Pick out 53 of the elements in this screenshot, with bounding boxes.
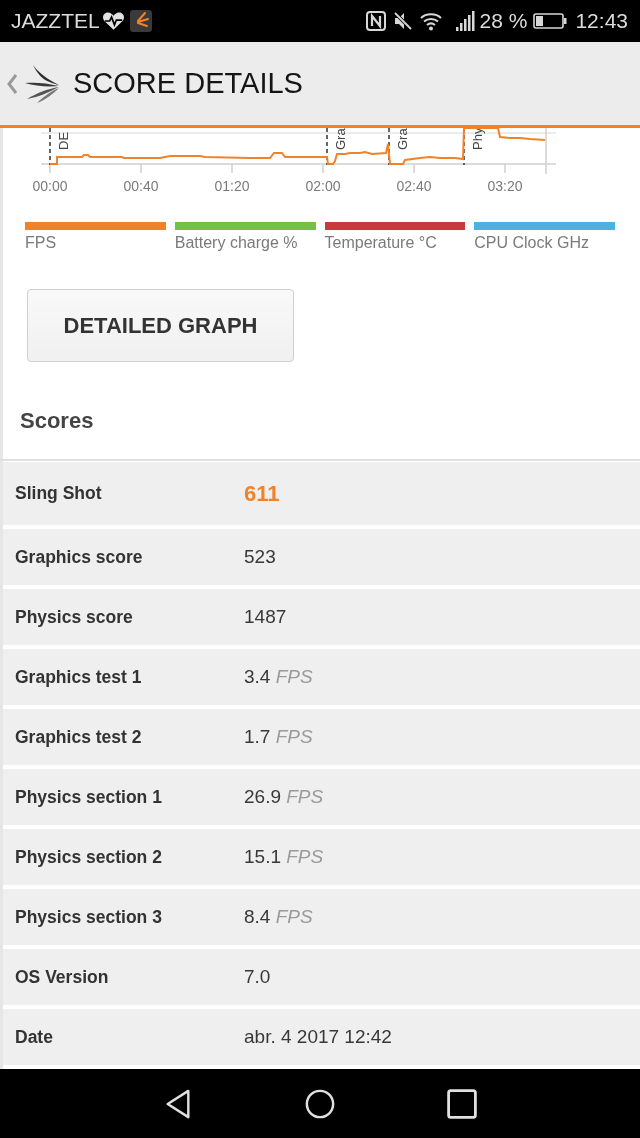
detailed-graph-button[interactable]: DETAILED GRAPH <box>27 289 294 362</box>
score-value: 3.4 FPS <box>244 666 313 688</box>
time-tick-label: 02:40 <box>396 178 432 194</box>
battery-icon <box>533 13 568 29</box>
score-label: OS Version <box>15 966 110 988</box>
event-label: DE <box>56 131 71 150</box>
legend-label: Battery charge % <box>174 233 298 253</box>
time-tick-label: 00:00 <box>32 178 68 194</box>
score-value: abr. 4 2017 12:42 <box>244 1026 392 1048</box>
score-value: 15.1 FPS <box>244 846 324 868</box>
section-heading: Scores <box>20 408 94 434</box>
time-tick-label: 03:20 <box>487 178 523 194</box>
score-value: 523 <box>244 546 276 568</box>
event-marker-line <box>326 128 328 166</box>
score-label: Physics section 3 <box>15 906 163 928</box>
score-label: Physics section 1 <box>15 786 163 808</box>
swoosh-logo-icon <box>25 64 61 103</box>
legend-label: FPS <box>25 233 57 253</box>
score-label: Sling Shot <box>15 483 103 504</box>
score-label: Graphics test 2 <box>15 726 143 748</box>
signal-icon <box>455 11 476 31</box>
score-value: 1487 <box>244 606 287 628</box>
score-label: Physics section 2 <box>15 846 163 868</box>
legend-label: Temperature °C <box>324 233 437 253</box>
score-label: Graphics score <box>15 546 144 568</box>
score-value: 26.9 FPS <box>244 786 324 808</box>
score-value: 611 <box>244 480 280 507</box>
home-icon[interactable] <box>305 1088 335 1119</box>
screen-title: SCORE DETAILS <box>73 67 303 100</box>
nfc-icon <box>365 11 386 31</box>
event-label: Gra <box>333 128 348 150</box>
score-value: 8.4 FPS <box>244 906 313 928</box>
score-value: 1.7 FPS <box>244 726 313 748</box>
recent-apps-icon[interactable] <box>447 1088 477 1119</box>
mute-icon <box>392 11 413 31</box>
time-tick-label: 00:40 <box>123 178 159 194</box>
time-tick-label: 02:00 <box>305 178 341 194</box>
clock-time: 12:43 <box>575 9 628 33</box>
app-notification-icon <box>129 10 152 32</box>
heart-pulse-icon <box>101 11 125 31</box>
score-label: Graphics test 1 <box>15 666 143 688</box>
event-marker-line <box>49 128 51 166</box>
legend-label: CPU Clock GHz <box>474 233 589 253</box>
score-value: 7.0 <box>244 966 271 988</box>
time-tick-label: 01:20 <box>214 178 250 194</box>
score-label: Date <box>15 1026 54 1048</box>
battery-percent: 28 % <box>479 9 528 33</box>
carrier-name: JAZZTEL <box>11 9 100 33</box>
wifi-icon <box>419 11 442 31</box>
score-label: Physics score <box>15 606 134 628</box>
event-marker-line <box>388 128 390 166</box>
event-label: Phy <box>470 128 485 150</box>
event-label: Gra <box>395 128 410 150</box>
